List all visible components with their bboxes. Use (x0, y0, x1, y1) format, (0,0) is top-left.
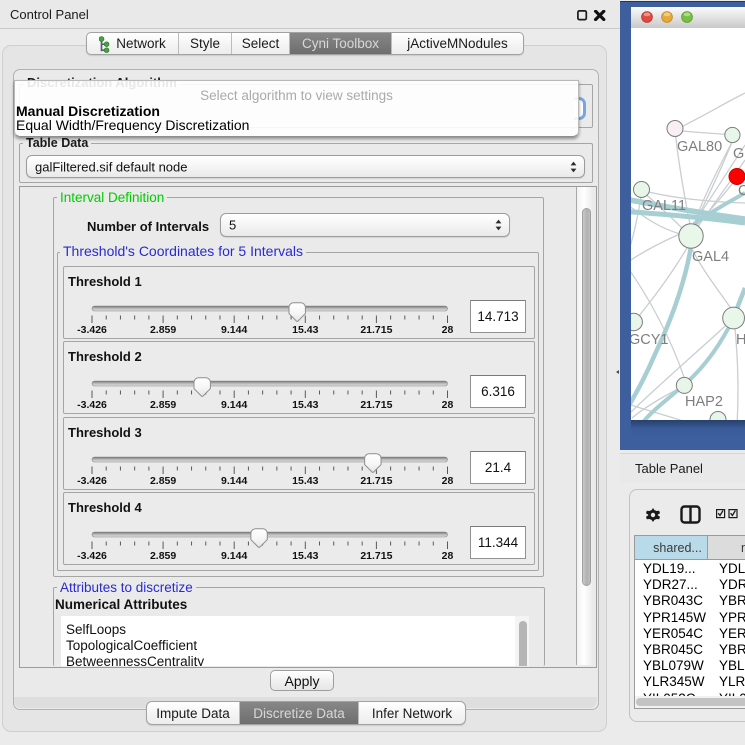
svg-text:GAL11: GAL11 (642, 198, 686, 214)
svg-text:15.43: 15.43 (292, 550, 318, 562)
svg-text:28: 28 (442, 550, 454, 562)
svg-text:28: 28 (442, 399, 454, 411)
svg-text:2.859: 2.859 (150, 399, 176, 411)
svg-text:H: H (736, 332, 745, 348)
svg-text:21.715: 21.715 (360, 475, 392, 487)
svg-text:21.715: 21.715 (360, 324, 392, 336)
svg-text:21.715: 21.715 (360, 399, 392, 411)
svg-text:GAL80: GAL80 (677, 139, 722, 155)
svg-text:15.43: 15.43 (292, 399, 318, 411)
svg-text:28: 28 (442, 475, 454, 487)
svg-text:2.859: 2.859 (150, 475, 176, 487)
svg-text:9.144: 9.144 (221, 475, 247, 487)
svg-text:9.144: 9.144 (221, 399, 247, 411)
svg-text:9.144: 9.144 (221, 550, 247, 562)
svg-text:28: 28 (442, 324, 454, 336)
svg-text:-3.426: -3.426 (77, 475, 107, 487)
svg-text:HAP2: HAP2 (685, 394, 723, 410)
svg-text:-3.426: -3.426 (77, 324, 107, 336)
svg-text:2.859: 2.859 (150, 550, 176, 562)
svg-text:G: G (733, 146, 744, 162)
svg-text:21.715: 21.715 (360, 550, 392, 562)
svg-text:-3.426: -3.426 (77, 550, 107, 562)
svg-text:15.43: 15.43 (292, 324, 318, 336)
svg-text:-3.426: -3.426 (77, 399, 107, 411)
svg-text:GCY1: GCY1 (631, 332, 669, 348)
svg-text:15.43: 15.43 (292, 475, 318, 487)
svg-text:C: C (738, 183, 745, 199)
svg-text:GAL4: GAL4 (692, 249, 729, 265)
svg-text:2.859: 2.859 (150, 324, 176, 336)
svg-text:9.144: 9.144 (221, 324, 247, 336)
